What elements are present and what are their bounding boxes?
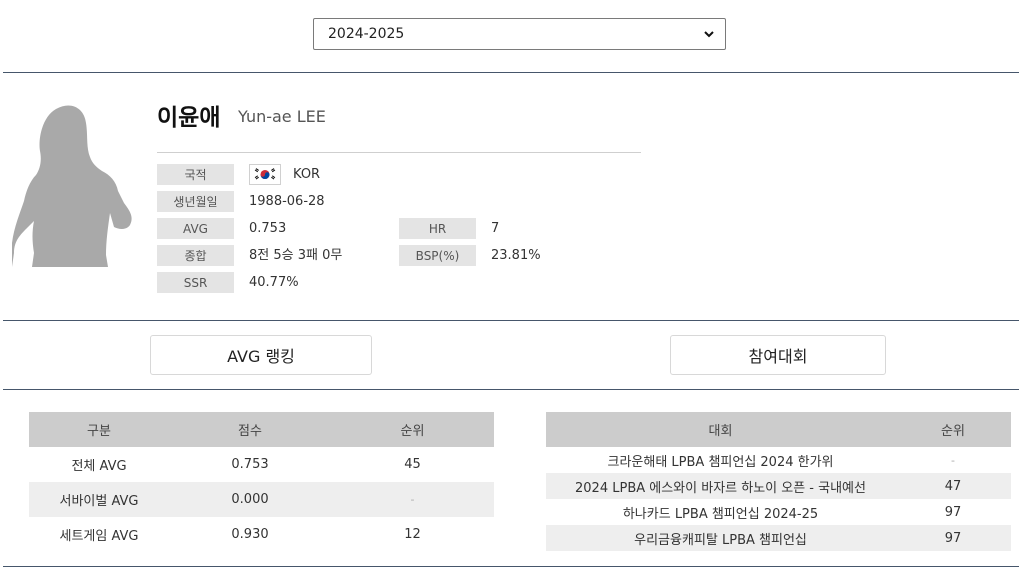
table-cell: 45 [404, 457, 421, 472]
season-select[interactable]: 2024-2025 [313, 18, 726, 50]
hr-label: HR [399, 218, 476, 239]
player-silhouette-image [12, 105, 132, 267]
table-cell: - [331, 482, 494, 517]
tab-avg-ranking[interactable]: AVG 랭킹 [150, 335, 372, 375]
tournament-rank: 97 [944, 504, 962, 520]
column-header: 순위 [331, 412, 494, 447]
column-header: 순위 [895, 412, 1011, 447]
ssr-value: 40.77% [249, 275, 299, 290]
season-select-value: 2024-2025 [328, 26, 405, 42]
table-row: 전체 AVG 0.753 45 [29, 447, 494, 482]
avg-ranking-table: 구분 점수 순위 전체 AVG 0.753 45 서바이벌 AVG 0.000 … [29, 412, 494, 552]
tournament-rank: - [951, 453, 955, 467]
table-row[interactable]: 우리금융캐피탈 LPBA 챔피언십 97 [546, 525, 1011, 551]
table-header-row: 대회 순위 [546, 412, 1011, 447]
table-cell: 0.753 [231, 457, 269, 472]
birth-label: 생년월일 [157, 191, 234, 212]
tournament-name[interactable]: 크라운해태 LPBA 챔피언십 2024 한가위 [546, 447, 895, 473]
table-cell: 12 [404, 527, 421, 542]
table-cell: 전체 AVG [71, 459, 127, 474]
birth-value: 1988-06-28 [249, 194, 325, 209]
table-row: 세트게임 AVG 0.930 12 [29, 517, 494, 552]
tournament-rank: 47 [895, 473, 1011, 499]
divider [3, 389, 1019, 390]
table-cell: 0.930 [231, 527, 269, 542]
ssr-label: SSR [157, 272, 234, 293]
tournament-name[interactable]: 우리금융캐피탈 LPBA 챔피언십 [546, 525, 895, 551]
divider [3, 566, 1019, 567]
tab-tournaments[interactable]: 참여대회 [670, 335, 886, 375]
avg-label: AVG [157, 218, 234, 239]
table-cell: 0.000 [169, 482, 331, 517]
table-row[interactable]: 하나카드 LPBA 챔피언십 2024-25 97 [546, 499, 1011, 525]
name-divider [157, 152, 641, 153]
avg-value: 0.753 [249, 221, 287, 236]
nationality-label: 국적 [157, 164, 234, 185]
record-label: 종합 [157, 245, 234, 266]
bsp-label: BSP(%) [399, 245, 476, 266]
record-value: 8전 5승 3패 0무 [249, 248, 343, 263]
nationality-value: KOR [293, 167, 321, 182]
korea-flag-icon [249, 164, 281, 185]
tournament-name[interactable]: 2024 LPBA 에스와이 바자르 하노이 오픈 - 국내예선 [546, 473, 895, 499]
tournament-rank: 97 [895, 525, 1011, 551]
divider [3, 320, 1019, 321]
player-name-korean: 이윤애 [157, 105, 221, 131]
tournaments-table: 대회 순위 크라운해태 LPBA 챔피언십 2024 한가위 - 2024 LP… [546, 412, 1011, 551]
divider [3, 72, 1019, 73]
player-name-english: Yun-ae LEE [238, 107, 326, 126]
table-row[interactable]: 2024 LPBA 에스와이 바자르 하노이 오픈 - 국내예선 47 [546, 473, 1011, 499]
chevron-down-icon [704, 31, 714, 38]
tournament-name[interactable]: 하나카드 LPBA 챔피언십 2024-25 [546, 499, 895, 525]
table-cell: 서바이벌 AVG [29, 482, 169, 517]
table-cell: 세트게임 AVG [59, 529, 139, 544]
column-header: 구분 [29, 412, 169, 447]
table-header-row: 구분 점수 순위 [29, 412, 494, 447]
table-row[interactable]: 크라운해태 LPBA 챔피언십 2024 한가위 - [546, 447, 1011, 473]
bsp-value: 23.81% [491, 248, 541, 263]
column-header: 대회 [546, 412, 895, 447]
column-header: 점수 [169, 412, 331, 447]
hr-value: 7 [491, 221, 500, 236]
table-row: 서바이벌 AVG 0.000 - [29, 482, 494, 517]
